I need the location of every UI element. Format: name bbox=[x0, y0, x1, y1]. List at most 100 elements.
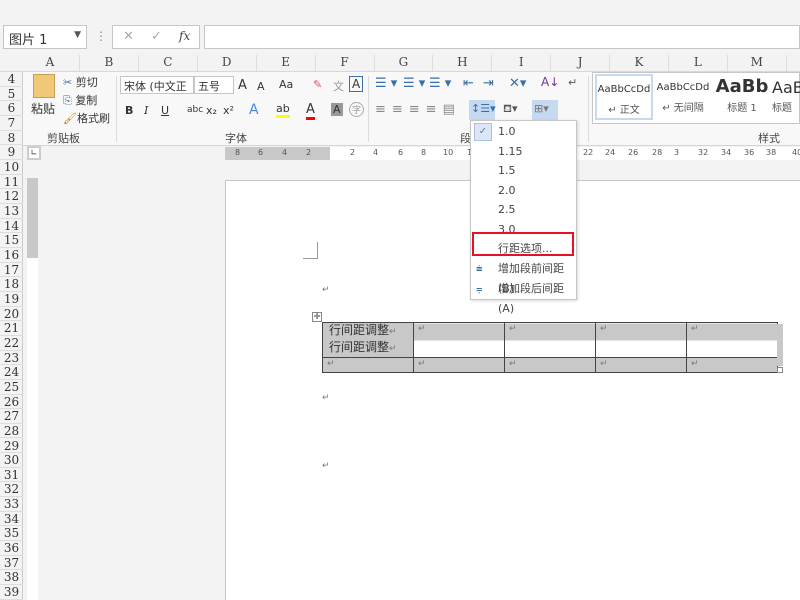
table-cell[interactable]: ↵ bbox=[686, 322, 778, 358]
row-header[interactable]: 8 bbox=[0, 131, 23, 146]
change-case-button[interactable]: Aa bbox=[279, 78, 293, 91]
underline-button[interactable]: U bbox=[161, 104, 169, 117]
column-header[interactable]: L bbox=[669, 55, 728, 71]
column-header[interactable]: M bbox=[728, 55, 787, 71]
multilevel-list-icon[interactable]: ☰ ▾ bbox=[429, 76, 451, 91]
table-cell[interactable]: ↵ bbox=[504, 322, 596, 358]
row-header[interactable]: 36 bbox=[0, 541, 23, 556]
table-resize-handle[interactable] bbox=[777, 367, 783, 373]
row-header[interactable]: 38 bbox=[0, 570, 23, 586]
row-header[interactable]: 24 bbox=[0, 365, 23, 380]
column-header[interactable]: D bbox=[198, 55, 257, 71]
chevron-down-icon[interactable]: ▼ bbox=[74, 30, 81, 40]
subscript-button[interactable]: x₂ bbox=[206, 104, 217, 117]
add-space-before-item[interactable]: ⩧ 增加段前间距(B) bbox=[471, 259, 576, 295]
column-header[interactable]: E bbox=[257, 55, 316, 71]
paste-button[interactable]: 粘贴 bbox=[31, 100, 55, 117]
text-effect-icon[interactable]: A bbox=[249, 102, 259, 118]
superscript-button[interactable]: x² bbox=[223, 104, 234, 117]
line-spacing-button[interactable]: ↕☰▾ bbox=[469, 100, 496, 120]
row-header[interactable]: 11 bbox=[0, 175, 23, 190]
chinese-layout-icon[interactable]: ✕▾ bbox=[509, 76, 526, 91]
shrink-font-button[interactable]: A bbox=[257, 80, 265, 93]
table-cell[interactable]: ↵ bbox=[595, 322, 687, 358]
paste-icon[interactable] bbox=[33, 74, 55, 98]
line-spacing-option[interactable]: 1.15 bbox=[471, 142, 576, 162]
row-header[interactable]: 31 bbox=[0, 468, 23, 483]
highlight-icon[interactable]: ab bbox=[276, 102, 290, 118]
formula-input[interactable] bbox=[204, 25, 800, 49]
line-spacing-option[interactable]: 2.0 bbox=[471, 181, 576, 201]
name-box[interactable]: 图片 1 ▼ bbox=[3, 25, 87, 49]
row-header[interactable]: 9 bbox=[0, 145, 23, 160]
grow-font-button[interactable]: A bbox=[238, 78, 247, 93]
font-name-select[interactable]: 宋体 (中文正文 bbox=[120, 76, 194, 94]
row-header[interactable]: 26 bbox=[0, 395, 23, 410]
table-cell[interactable]: ↵ bbox=[504, 357, 596, 373]
line-spacing-option[interactable]: 1.0 bbox=[471, 122, 576, 142]
column-header[interactable]: F bbox=[316, 55, 375, 71]
numbering-icon[interactable]: ☰ ▾ bbox=[403, 76, 425, 91]
vertical-ruler[interactable] bbox=[27, 178, 38, 600]
column-header[interactable]: C bbox=[139, 55, 198, 71]
table-cell[interactable]: 行间距调整↵ 行间距调整↵ bbox=[322, 322, 414, 358]
column-header[interactable]: G bbox=[374, 55, 434, 71]
style-normal[interactable]: AaBbCcDd ↵ 正文 bbox=[595, 74, 653, 120]
cut-button[interactable]: ✂ 剪切 bbox=[63, 74, 98, 90]
row-header[interactable]: 10 bbox=[0, 160, 23, 175]
bold-button[interactable]: B bbox=[125, 104, 133, 117]
strikethrough-button[interactable]: abc bbox=[187, 105, 203, 115]
borders-icon[interactable]: ⊞▾ bbox=[532, 100, 558, 120]
row-header[interactable]: 5 bbox=[0, 87, 23, 102]
table-cell[interactable]: ↵ bbox=[595, 357, 687, 373]
row-header[interactable]: 14 bbox=[0, 219, 23, 234]
row-header[interactable]: 39 bbox=[0, 585, 23, 600]
increase-indent-icon[interactable]: ⇥ bbox=[483, 76, 494, 91]
row-header[interactable]: 19 bbox=[0, 292, 23, 307]
fx-icon[interactable]: fx bbox=[179, 29, 190, 43]
row-header[interactable]: 28 bbox=[0, 424, 23, 439]
table-cell[interactable]: ↵ bbox=[686, 357, 778, 373]
row-header[interactable]: 20 bbox=[0, 307, 23, 322]
copy-button[interactable]: ⎘ 复制 bbox=[63, 92, 97, 108]
row-header[interactable]: 17 bbox=[0, 263, 23, 278]
decrease-indent-icon[interactable]: ⇤ bbox=[463, 76, 474, 91]
format-painter-button[interactable]: 🖌格式刷 bbox=[63, 110, 110, 126]
row-header[interactable]: 23 bbox=[0, 351, 23, 366]
line-spacing-option[interactable]: 1.5 bbox=[471, 161, 576, 181]
enter-icon[interactable]: ✓ bbox=[151, 29, 162, 44]
row-header[interactable]: 16 bbox=[0, 248, 23, 263]
shading-icon[interactable]: ⛾▾ bbox=[503, 102, 518, 117]
add-space-after-item[interactable]: ⩦ 增加段后间距(A) bbox=[471, 279, 576, 315]
row-header[interactable]: 29 bbox=[0, 439, 23, 454]
column-header[interactable]: I bbox=[492, 55, 552, 71]
document-table[interactable]: 行间距调整↵ 行间距调整↵ ↵ ↵ ↵ ↵ ↵ ↵ ↵ ↵ ↵ bbox=[322, 322, 778, 373]
row-header[interactable]: 32 bbox=[0, 482, 23, 498]
sort-icon[interactable]: A↓ bbox=[541, 75, 559, 89]
table-cell[interactable]: ↵ bbox=[322, 357, 414, 373]
column-header[interactable]: A bbox=[21, 55, 80, 71]
row-header[interactable]: 13 bbox=[0, 204, 23, 219]
show-marks-icon[interactable]: ↵ bbox=[568, 76, 577, 89]
cancel-icon[interactable]: ✕ bbox=[123, 29, 134, 44]
row-header[interactable]: 12 bbox=[0, 189, 23, 204]
row-header[interactable]: 27 bbox=[0, 409, 23, 424]
tab-selector-icon[interactable]: ∟ bbox=[27, 146, 41, 160]
row-header[interactable]: 37 bbox=[0, 556, 23, 571]
style-heading-1[interactable]: AaBb 标题 1 bbox=[713, 74, 771, 120]
line-spacing-option[interactable]: 2.5 bbox=[471, 200, 576, 220]
align-buttons-icon[interactable]: ≡≡≡≡▤ bbox=[375, 102, 461, 117]
row-header[interactable]: 30 bbox=[0, 453, 23, 468]
style-title[interactable]: AaB 标题 bbox=[772, 74, 800, 120]
row-header[interactable]: 25 bbox=[0, 380, 23, 395]
row-header[interactable]: 18 bbox=[0, 277, 23, 292]
pinyin-button[interactable]: 文 bbox=[333, 78, 344, 94]
font-color-icon[interactable]: A bbox=[306, 102, 315, 120]
clear-format-icon[interactable]: ✎ bbox=[313, 78, 322, 91]
column-header[interactable]: J bbox=[551, 55, 611, 71]
table-move-handle-icon[interactable]: ✛ bbox=[312, 312, 322, 322]
row-header[interactable]: 33 bbox=[0, 497, 23, 512]
enclose-char-button[interactable]: 字 bbox=[349, 102, 364, 117]
row-header[interactable]: 22 bbox=[0, 336, 23, 351]
row-header[interactable]: 4 bbox=[0, 72, 23, 87]
